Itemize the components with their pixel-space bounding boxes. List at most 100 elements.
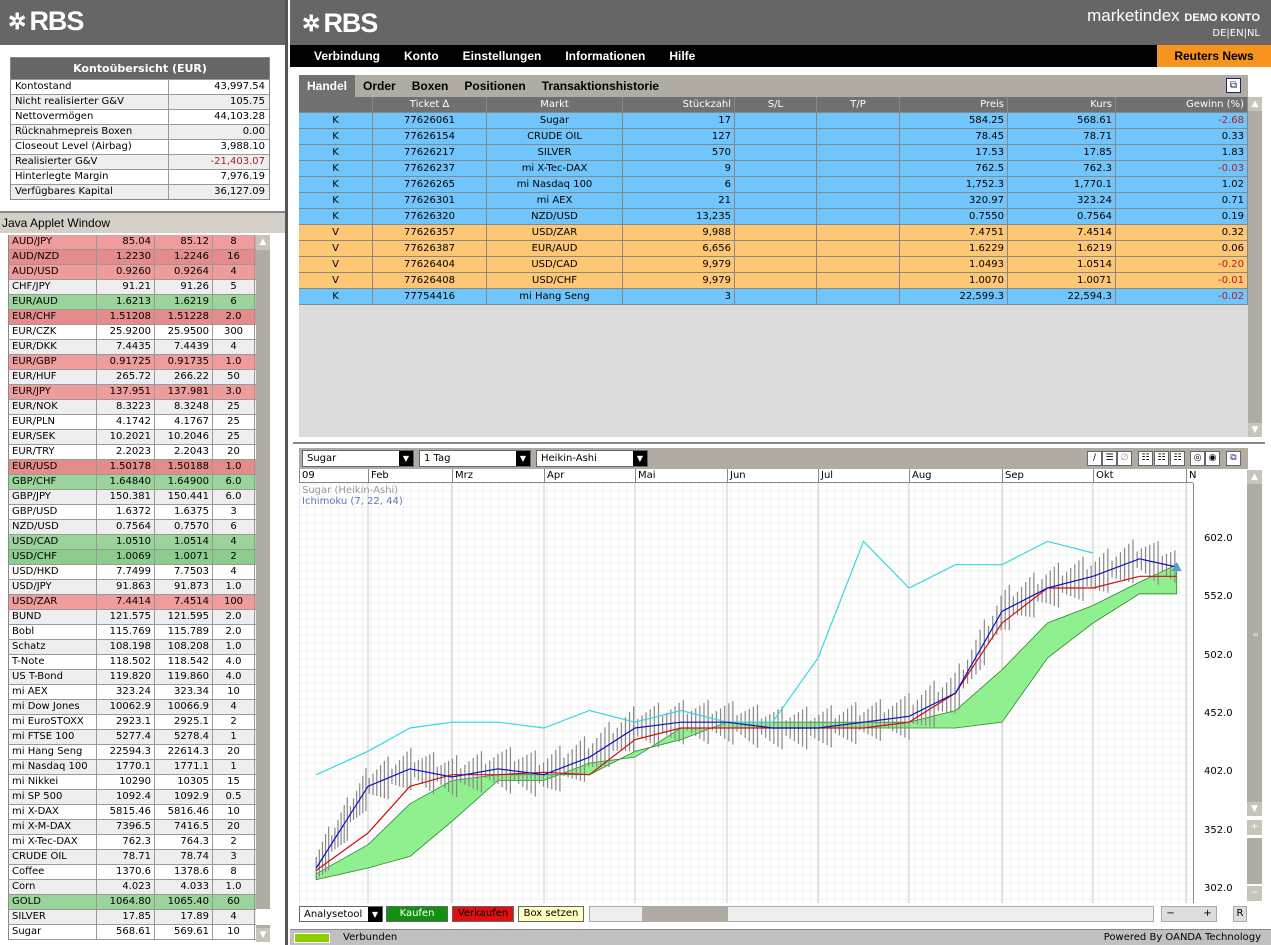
bid-price[interactable]: 1.2230 (97, 250, 155, 264)
table-row[interactable]: V 77626404 USD/CAD 9,979 1.0493 1.0514 -0.20 (299, 257, 1248, 273)
column-header[interactable] (299, 97, 373, 113)
bid-price[interactable]: 115.769 (97, 625, 155, 639)
ask-price[interactable]: 91.26 (155, 280, 213, 294)
grid-icon[interactable]: ☷ (1170, 451, 1185, 466)
bid-price[interactable]: 1.0510 (97, 535, 155, 549)
quote-row[interactable]: mi X-DAX 5815.46 5816.46 10 (8, 805, 256, 820)
quote-row[interactable]: SILVER 17.85 17.89 4 (8, 910, 256, 925)
ask-price[interactable]: 1771.1 (155, 760, 213, 774)
bid-price[interactable]: 25.9200 (97, 325, 155, 339)
bid-price[interactable]: 137.951 (97, 385, 155, 399)
positions-scrollbar[interactable]: ▲ ▼ (1248, 97, 1262, 437)
ask-price[interactable]: 2925.1 (155, 715, 213, 729)
quote-row[interactable]: EUR/AUD 1.6213 1.6219 6 (8, 295, 256, 310)
quote-row[interactable]: AUD/USD 0.9260 0.9264 4 (8, 265, 256, 280)
table-row[interactable]: V 77626408 USD/CHF 9,979 1.0070 1.0071 -0.01 (299, 273, 1248, 289)
column-header[interactable]: Kurs (1008, 97, 1116, 113)
menu-item-verbindung[interactable]: Verbindung (314, 49, 380, 63)
table-row[interactable]: K 77754416 mi Hang Seng 3 22,599.3 22,594.3 -0… (299, 289, 1248, 305)
ask-price[interactable]: 121.595 (155, 610, 213, 624)
quote-row[interactable]: AUD/JPY 85.04 85.12 8 (8, 235, 256, 250)
chart-style-select[interactable]: Heikin-Ashi ▼ (536, 450, 648, 467)
quote-row[interactable]: CHF/JPY 91.21 91.26 5 (8, 280, 256, 295)
ask-price[interactable]: 5816.46 (155, 805, 213, 819)
quote-row[interactable]: EUR/DKK 7.4435 7.4439 4 (8, 340, 256, 355)
bid-price[interactable]: 0.7564 (97, 520, 155, 534)
scroll-down-icon[interactable]: ▼ (1247, 802, 1262, 816)
ask-price[interactable]: 7416.5 (155, 820, 213, 834)
ask-price[interactable]: 10.2046 (155, 430, 213, 444)
reuters-news-button[interactable]: Reuters News (1157, 45, 1271, 67)
ask-price[interactable]: 764.3 (155, 835, 213, 849)
menu-item-informationen[interactable]: Informationen (565, 49, 645, 63)
ask-price[interactable]: 91.873 (155, 580, 213, 594)
bid-price[interactable]: 150.381 (97, 490, 155, 504)
ask-price[interactable]: 1.6219 (155, 295, 213, 309)
scroll-up-icon[interactable]: ▲ (1248, 97, 1262, 111)
tab-handel[interactable]: Handel (299, 75, 356, 97)
quote-row[interactable]: USD/ZAR 7.4414 7.4514 100 (8, 595, 256, 610)
bid-price[interactable]: 323.24 (97, 685, 155, 699)
ask-price[interactable]: 85.12 (155, 235, 213, 249)
quote-row[interactable]: EUR/CHF 1.51208 1.51228 2.0 (8, 310, 256, 325)
bid-price[interactable]: 1.6372 (97, 505, 155, 519)
quote-row[interactable]: GBP/JPY 150.381 150.441 6.0 (8, 490, 256, 505)
bid-price[interactable]: 2.2023 (97, 445, 155, 459)
draw-line-icon[interactable]: / (1087, 451, 1102, 466)
bid-price[interactable]: 1.6213 (97, 295, 155, 309)
instrument-select[interactable]: Sugar ▼ (302, 450, 414, 467)
quote-row[interactable]: mi Nasdaq 100 1770.1 1771.1 1 (8, 760, 256, 775)
quote-row[interactable]: Bobl 115.769 115.789 2.0 (8, 625, 256, 640)
quote-row[interactable]: EUR/USD 1.50178 1.50188 1.0 (8, 460, 256, 475)
table-row[interactable]: K 77626237 mi X-Tec-DAX 9 762.5 762.3 -0.03 (299, 161, 1248, 177)
ask-price[interactable]: 119.860 (155, 670, 213, 684)
interval-select[interactable]: 1 Tag ▼ (419, 450, 531, 467)
bid-price[interactable]: 2923.1 (97, 715, 155, 729)
bid-price[interactable]: 7396.5 (97, 820, 155, 834)
table-row[interactable]: K 77626217 SILVER 570 17.53 17.85 1.83 (299, 145, 1248, 161)
bid-price[interactable]: 8.3223 (97, 400, 155, 414)
quote-row[interactable]: EUR/JPY 137.951 137.981 3.0 (8, 385, 256, 400)
ask-price[interactable]: 266.22 (155, 370, 213, 384)
scroll-thumb[interactable] (642, 907, 728, 921)
bid-price[interactable]: 91.21 (97, 280, 155, 294)
chart-vscroll[interactable]: ▲ ≡ ▼ (1247, 470, 1262, 816)
table-row[interactable]: V 77626387 EUR/AUD 6,656 1.6229 1.6219 0.06 (299, 241, 1248, 257)
quote-row[interactable]: EUR/NOK 8.3223 8.3248 25 (8, 400, 256, 415)
quote-row[interactable]: GBP/CHF 1.64840 1.64900 6.0 (8, 475, 256, 490)
bid-price[interactable]: 265.72 (97, 370, 155, 384)
bid-price[interactable]: 4.023 (97, 880, 155, 894)
ask-price[interactable]: 17.89 (155, 910, 213, 924)
quote-row[interactable]: mi AEX 323.24 323.34 10 (8, 685, 256, 700)
quote-row[interactable]: Sugar 568.61 569.61 10 (8, 925, 256, 940)
ask-price[interactable]: 7.7503 (155, 565, 213, 579)
ask-price[interactable]: 0.7570 (155, 520, 213, 534)
menu-item-einstellungen[interactable]: Einstellungen (463, 49, 542, 63)
ask-price[interactable]: 1.0071 (155, 550, 213, 564)
delete-drawing-icon[interactable]: ∅ (1117, 451, 1132, 466)
bid-price[interactable]: 108.198 (97, 640, 155, 654)
ask-price[interactable]: 5278.4 (155, 730, 213, 744)
quote-row[interactable]: Coffee 1370.6 1378.6 8 (8, 865, 256, 880)
ask-price[interactable]: 1378.6 (155, 865, 213, 879)
bid-price[interactable]: 568.61 (97, 925, 155, 939)
bid-price[interactable]: 1.51208 (97, 310, 155, 324)
price-chart[interactable] (299, 483, 1193, 903)
quote-row[interactable]: BUND 121.575 121.595 2.0 (8, 610, 256, 625)
bid-price[interactable]: 762.3 (97, 835, 155, 849)
quote-row[interactable]: USD/CAD 1.0510 1.0514 4 (8, 535, 256, 550)
zoom-horizontal-slider[interactable]: − + (1161, 906, 1217, 922)
quote-row[interactable]: mi X-Tec-DAX 762.3 764.3 2 (8, 835, 256, 850)
bid-price[interactable]: 5277.4 (97, 730, 155, 744)
analysis-tool-select[interactable]: Analysetool ▼ (299, 906, 383, 922)
ask-price[interactable]: 1.0514 (155, 535, 213, 549)
quote-row[interactable]: GBP/USD 1.6372 1.6375 3 (8, 505, 256, 520)
bid-price[interactable]: 1.64840 (97, 475, 155, 489)
table-row[interactable]: V 77626357 USD/ZAR 9,988 7.4751 7.4514 0.32 (299, 225, 1248, 241)
indicator-icon[interactable]: ◎ (1190, 451, 1205, 466)
tab-positionen[interactable]: Positionen (456, 75, 533, 97)
indicator-icon[interactable]: ◉ (1205, 451, 1220, 466)
bid-price[interactable]: 17.85 (97, 910, 155, 924)
bid-price[interactable]: 5815.46 (97, 805, 155, 819)
ask-price[interactable]: 2.2043 (155, 445, 213, 459)
